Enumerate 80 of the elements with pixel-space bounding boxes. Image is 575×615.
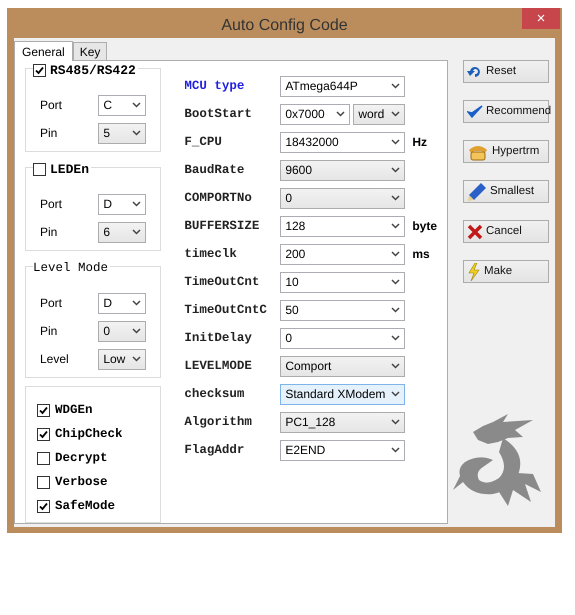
setting-label: COMPORTNo [184,190,253,207]
unit-label: Hz [412,134,427,151]
dropdown-field[interactable]: Low [98,348,146,370]
dropdown-field[interactable]: D [98,194,146,214]
setting-label: F_CPU [184,134,223,151]
undo-arrow-icon [467,64,483,78]
checkmark-icon [39,406,48,414]
dropdown-field[interactable]: 6 [98,222,146,242]
action-button[interactable]: Smallest [463,180,549,203]
pencil-icon [467,182,487,202]
tab[interactable]: General [14,41,73,61]
field-label: Port [40,295,62,312]
checkbox[interactable] [33,64,46,78]
checkbox[interactable] [37,428,50,440]
close-button[interactable]: × [522,8,560,29]
option-label: Verbose [55,474,108,491]
action-button[interactable]: Make [463,260,549,283]
setting-label: MCU type [184,78,246,95]
dropdown-field[interactable]: 18432000 [280,132,406,152]
action-button[interactable]: Reset [463,60,549,83]
field-label: Pin [40,224,58,241]
setting-label: FlagAddr [184,442,246,459]
setting-label: checksum [184,386,246,403]
setting-label: timeclk [184,246,238,263]
checkmark-icon [39,430,48,438]
lightning-icon [467,262,481,280]
dropdown-field[interactable]: 9600 [280,160,406,180]
setting-label: LEVELMODE [184,358,253,375]
setting-label: InitDelay [184,330,253,347]
checkmark-icon [467,104,483,118]
dropdown-field[interactable]: 0x7000 [280,104,350,124]
checkbox[interactable] [37,452,50,464]
option-label: ChipCheck [55,426,123,443]
field-label: Pin [40,323,58,340]
checkmark-icon [35,66,44,76]
group-title: LEDEn [50,161,90,179]
dropdown-field[interactable]: ATmega644P [280,76,406,96]
setting-label: BaudRate [184,162,246,179]
tab[interactable]: Key [72,42,108,60]
action-button[interactable]: Recommend [463,100,549,123]
dropdown-field[interactable]: PC1_128 [280,412,406,432]
option-label: Decrypt [55,450,108,467]
dropdown-field[interactable]: Standard XModem [280,384,406,404]
setting-label: TimeOutCntC [184,302,268,319]
action-button[interactable]: Hypertrm [463,140,549,163]
action-button[interactable]: Cancel [463,220,549,243]
setting-label: BootStart [184,106,253,123]
checkbox[interactable] [37,476,50,488]
dropdown-field[interactable]: C [98,94,146,116]
field-label: Level [40,351,69,368]
dropdown-field[interactable]: 50 [280,300,406,320]
dropdown-field[interactable]: D [98,292,146,314]
field-label: Port [40,97,62,114]
checkbox[interactable] [33,163,46,176]
dropdown-field[interactable]: Comport [280,356,406,376]
dropdown-field[interactable]: 128 [280,216,406,236]
dropdown-field[interactable]: 0 [280,188,406,208]
unit-label: ms [412,246,430,263]
dropdown-field[interactable]: 5 [98,122,146,144]
dropdown-field[interactable]: 0 [98,320,146,342]
checkbox[interactable] [37,500,50,512]
dropdown-field[interactable]: 10 [280,272,406,292]
checkbox[interactable] [37,404,50,416]
dropdown-field[interactable]: 0 [280,328,406,348]
checkmark-icon [39,502,48,510]
dropdown-field[interactable]: 200 [280,244,406,264]
field-label: Pin [40,125,58,142]
group-title: Level Mode [33,260,108,277]
setting-label: BUFFERSIZE [184,218,260,235]
close-icon [467,224,483,240]
window-title: Auto Config Code [221,16,348,36]
setting-label: TimeOutCnt [184,274,260,291]
dropdown-field[interactable]: word [353,104,406,124]
group-title: RS485/RS422 [50,62,136,80]
dropdown-field[interactable]: E2END [280,440,406,460]
setting-label: Algorithm [184,414,253,431]
option-label: SafeMode [55,498,116,515]
field-label: Port [40,196,62,213]
unit-label: byte [412,218,437,235]
option-label: WDGEn [55,402,93,419]
